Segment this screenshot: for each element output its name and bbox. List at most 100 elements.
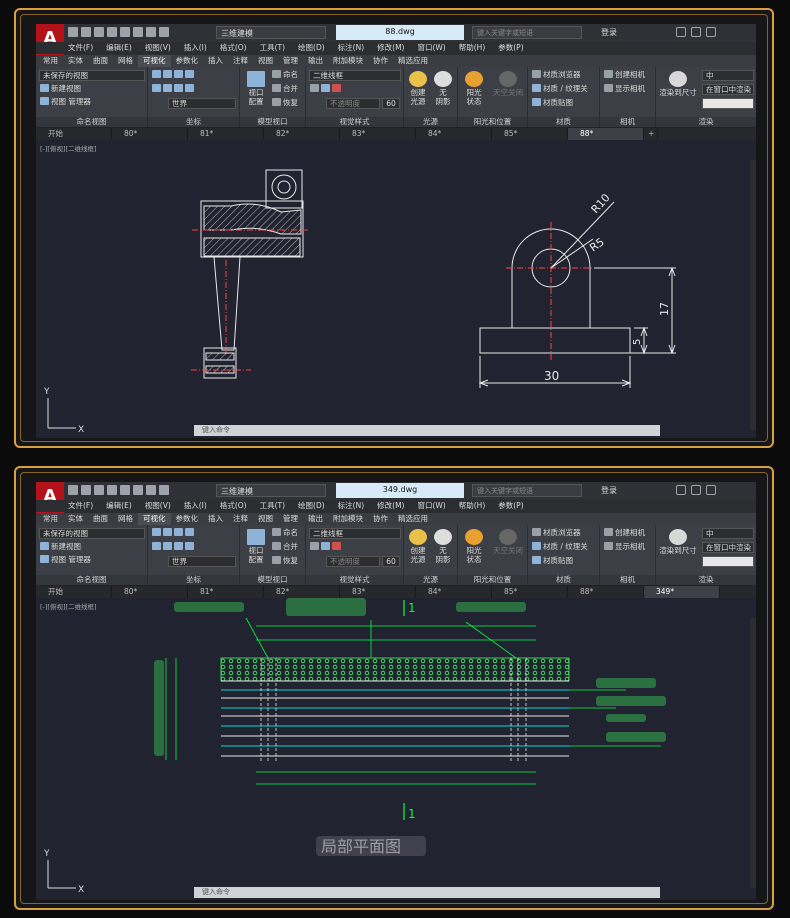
create-camera-button[interactable]: 创建相机 (604, 70, 645, 80)
doc-tab[interactable]: 84* (416, 586, 492, 598)
opacity-value[interactable]: 60 (382, 556, 400, 567)
tab-output[interactable]: 输出 (303, 513, 328, 525)
named-viewport-button[interactable]: 命名 (272, 70, 298, 80)
doc-tab[interactable]: 80* (112, 586, 188, 598)
menu-item[interactable]: 标注(N) (338, 42, 364, 54)
merge-button[interactable]: 合并 (272, 84, 298, 94)
vertical-scrollbar[interactable] (750, 160, 756, 430)
save-icon[interactable] (94, 485, 104, 495)
ucs-icons-row-2[interactable] (152, 542, 196, 552)
visual-style-dropdown[interactable]: 二维线框 (309, 528, 401, 539)
shadow-button[interactable]: 无 阴影 (431, 529, 455, 564)
drawing-area[interactable]: [-][俯视][二维线框] R10 R5 17 5 30 Y X 键入命令 (36, 140, 756, 438)
drawing-area[interactable]: [-][俯视][二维线框] 1 1 局部平面图 Y X 键入命令 (36, 598, 756, 900)
command-line[interactable]: 键入命令 (194, 887, 660, 898)
exchange-icon[interactable] (691, 27, 701, 37)
undo-icon[interactable] (146, 485, 156, 495)
material-map-button[interactable]: 材质贴图 (532, 98, 573, 108)
doc-tab[interactable]: 80* (112, 128, 188, 140)
opacity-slider[interactable]: 不透明度 (326, 556, 380, 567)
new-file-icon[interactable] (68, 485, 78, 495)
tab-manage[interactable]: 管理 (278, 55, 303, 67)
new-view-button[interactable]: 新建视图 (40, 542, 81, 552)
cart-icon[interactable] (676, 485, 686, 495)
visual-style-icons[interactable] (310, 542, 343, 552)
tab-mesh[interactable]: 网格 (113, 55, 138, 67)
menu-item[interactable]: 帮助(H) (459, 500, 486, 512)
menu-item[interactable]: 编辑(E) (106, 42, 132, 54)
doc-tab[interactable]: 84* (416, 128, 492, 140)
menu-item[interactable]: 工具(T) (260, 500, 285, 512)
opacity-slider[interactable]: 不透明度 (326, 98, 380, 109)
visual-style-dropdown[interactable]: 二维线框 (309, 70, 401, 81)
web-icon[interactable] (120, 485, 130, 495)
create-light-button[interactable]: 创建 光源 (406, 529, 430, 564)
ucs-dropdown[interactable]: 世界 (168, 98, 236, 109)
tab-annotate[interactable]: 注释 (228, 513, 253, 525)
named-viewport-button[interactable]: 命名 (272, 528, 298, 538)
visual-style-icons[interactable] (310, 84, 343, 94)
ucs-icons-row-1[interactable] (152, 70, 196, 80)
menu-item[interactable]: 标注(N) (338, 500, 364, 512)
render-quality-dropdown[interactable]: 中 (702, 70, 754, 81)
cart-icon[interactable] (676, 27, 686, 37)
redo-icon[interactable] (159, 485, 169, 495)
sun-status-button[interactable]: 阳光 状态 (461, 71, 487, 106)
restore-button[interactable]: 恢复 (272, 98, 298, 108)
tab-home[interactable]: 常用 (38, 55, 63, 67)
sun-status-button[interactable]: 阳光 状态 (461, 529, 487, 564)
save-as-icon[interactable] (107, 485, 117, 495)
view-manager-button[interactable]: 视图 管理器 (40, 97, 91, 107)
view-manager-button[interactable]: 视图 管理器 (40, 555, 91, 565)
open-icon[interactable] (81, 27, 91, 37)
create-light-button[interactable]: 创建 光源 (406, 71, 430, 106)
doc-tab[interactable]: 83* (340, 128, 416, 140)
new-file-icon[interactable] (68, 27, 78, 37)
doc-tab[interactable]: 83* (340, 586, 416, 598)
shadow-button[interactable]: 无 阴影 (431, 71, 455, 106)
menu-item[interactable]: 绘图(D) (298, 500, 325, 512)
undo-icon[interactable] (146, 27, 156, 37)
opacity-value[interactable]: 60 (382, 98, 400, 109)
tab-insert[interactable]: 插入 (203, 55, 228, 67)
menu-item[interactable]: 绘图(D) (298, 42, 325, 54)
save-as-icon[interactable] (107, 27, 117, 37)
doc-tab[interactable]: 85* (492, 586, 568, 598)
menu-item[interactable]: 格式(O) (220, 42, 247, 54)
menu-item[interactable]: 文件(F) (68, 42, 93, 54)
tab-parametric[interactable]: 参数化 (171, 513, 204, 525)
doc-tab[interactable]: 81* (188, 586, 264, 598)
show-camera-button[interactable]: 显示相机 (604, 542, 645, 552)
exchange-icon[interactable] (691, 485, 701, 495)
menu-item[interactable]: 参数(P) (498, 42, 523, 54)
tab-annotate[interactable]: 注释 (228, 55, 253, 67)
viewport-config-button[interactable]: 视口 配置 (243, 71, 269, 106)
doc-tab-start[interactable]: 开始 (36, 128, 112, 140)
merge-button[interactable]: 合并 (272, 542, 298, 552)
menu-item[interactable]: 插入(I) (184, 500, 207, 512)
command-line[interactable]: 键入命令 (194, 425, 660, 436)
ucs-icons-row-1[interactable] (152, 528, 196, 538)
ucs-icons-row-2[interactable] (152, 84, 196, 94)
named-view-dropdown[interactable]: 未保存的视图 (39, 70, 145, 81)
named-view-dropdown[interactable]: 未保存的视图 (39, 528, 145, 539)
render-preview-box[interactable] (702, 98, 754, 109)
tab-mesh[interactable]: 网格 (113, 513, 138, 525)
material-browser-button[interactable]: 材质浏览器 (532, 528, 581, 538)
tab-manage[interactable]: 管理 (278, 513, 303, 525)
tab-output[interactable]: 输出 (303, 55, 328, 67)
plot-icon[interactable] (133, 485, 143, 495)
tab-featured[interactable]: 精选应用 (393, 513, 433, 525)
doc-tab[interactable]: 81* (188, 128, 264, 140)
login-link[interactable]: 登录 (601, 485, 617, 496)
doc-tab-active[interactable]: 88* (568, 128, 644, 140)
viewport-config-button[interactable]: 视口 配置 (243, 529, 269, 564)
redo-icon[interactable] (159, 27, 169, 37)
doc-tab-active[interactable]: 349* (644, 586, 720, 598)
save-icon[interactable] (94, 27, 104, 37)
vertical-scrollbar[interactable] (750, 618, 756, 888)
material-browser-button[interactable]: 材质浏览器 (532, 70, 581, 80)
texture-toggle[interactable]: 材质 / 纹理关 (532, 84, 588, 94)
menu-item[interactable]: 参数(P) (498, 500, 523, 512)
plot-icon[interactable] (133, 27, 143, 37)
